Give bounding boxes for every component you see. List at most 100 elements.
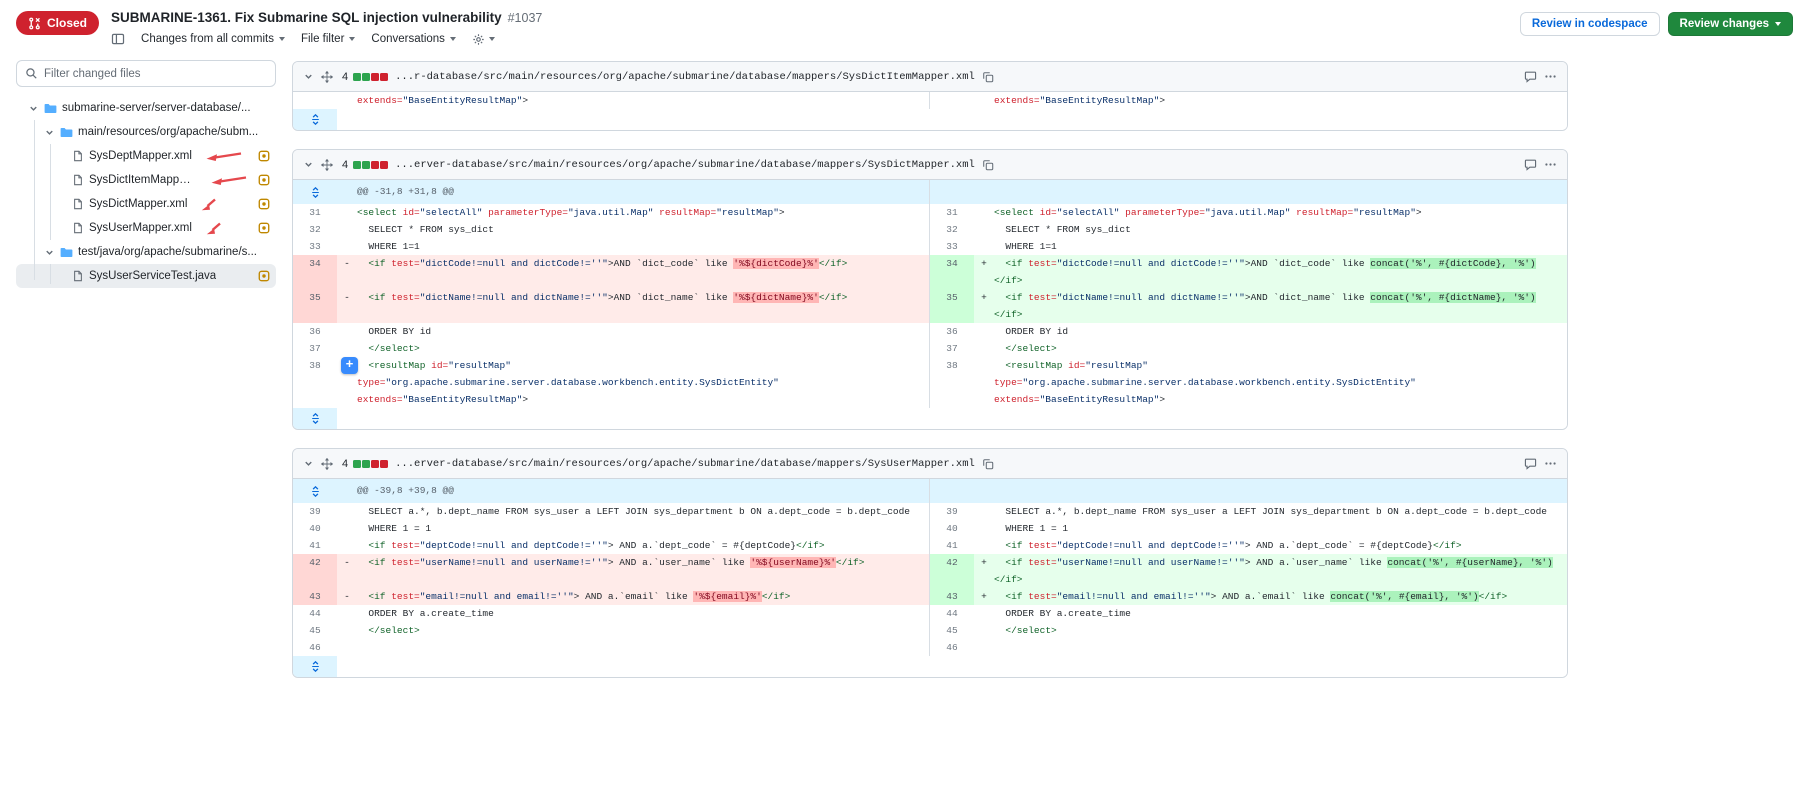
file-path[interactable]: ...r-database/src/main/resources/org/apa… bbox=[395, 71, 975, 83]
line-number[interactable]: 42 bbox=[930, 554, 974, 588]
code-line: WHERE 1 = 1 bbox=[357, 520, 929, 537]
chevron-down-icon[interactable] bbox=[44, 247, 55, 258]
diff-sign: - bbox=[337, 554, 357, 588]
expand-diff-button[interactable] bbox=[293, 656, 337, 677]
tree-file-sysdictmapper-xml[interactable]: SysDictMapper.xml bbox=[16, 192, 276, 216]
drag-handle-icon[interactable] bbox=[321, 159, 333, 171]
collapse-file-icon[interactable] bbox=[303, 458, 314, 469]
conversations-dropdown[interactable]: Conversations bbox=[371, 33, 456, 45]
diff-ctx-cell: 36 ORDER BY id bbox=[293, 323, 930, 340]
line-number[interactable]: 36 bbox=[930, 323, 974, 340]
changes-from-dropdown[interactable]: Changes from all commits bbox=[141, 33, 285, 45]
line-number[interactable]: 39 bbox=[930, 503, 974, 520]
line-number[interactable]: 34 bbox=[930, 255, 974, 289]
line-number[interactable]: 34 bbox=[293, 255, 337, 289]
tree-file-sysusermapper-xml[interactable]: SysUserMapper.xml bbox=[16, 216, 276, 240]
line-number[interactable]: 41 bbox=[930, 537, 974, 554]
collapse-file-icon[interactable] bbox=[303, 159, 314, 170]
line-number[interactable]: 31 bbox=[930, 204, 974, 221]
diff-sign bbox=[974, 92, 994, 109]
code-line: extends="BaseEntityResultMap"> bbox=[994, 92, 1567, 109]
review-changes-label: Review changes bbox=[1680, 18, 1769, 30]
line-number[interactable]: 36 bbox=[293, 323, 337, 340]
line-number[interactable]: 40 bbox=[293, 520, 337, 537]
tree-file-sysuserservicetest-java[interactable]: SysUserServiceTest.java bbox=[16, 264, 276, 288]
expand-diff-button[interactable] bbox=[293, 109, 337, 130]
diff-sign bbox=[337, 605, 357, 622]
line-number[interactable]: 38 bbox=[293, 357, 337, 408]
diff-row: 34- <if test="dictCode!=null and dictCod… bbox=[293, 255, 1567, 289]
line-number[interactable]: 35 bbox=[930, 289, 974, 323]
tree-folder-submarine-server-server-database[interactable]: submarine-server/server-database/... bbox=[16, 96, 276, 120]
chevron-down-icon[interactable] bbox=[28, 103, 39, 114]
review-changes-button[interactable]: Review changes bbox=[1668, 12, 1793, 36]
line-number[interactable]: 33 bbox=[293, 238, 337, 255]
line-number[interactable]: 37 bbox=[930, 340, 974, 357]
line-number[interactable]: 41 bbox=[293, 537, 337, 554]
diff-sign bbox=[974, 639, 994, 656]
diff-settings-dropdown[interactable] bbox=[472, 33, 495, 46]
expand-hunk-button[interactable] bbox=[293, 180, 337, 204]
code-line: ORDER BY a.create_time bbox=[357, 605, 929, 622]
comment-icon[interactable] bbox=[1524, 158, 1537, 171]
diff-row: 39 SELECT a.*, b.dept_name FROM sys_user… bbox=[293, 503, 1567, 520]
tree-file-sysdeptmapper-xml[interactable]: SysDeptMapper.xml bbox=[16, 144, 276, 168]
line-number[interactable]: 42 bbox=[293, 554, 337, 588]
line-number[interactable]: 35 bbox=[293, 289, 337, 323]
tree-file-sysdictitemmapper-xml[interactable]: SysDictItemMapper.xml bbox=[16, 168, 276, 192]
expand-diff-button[interactable] bbox=[293, 408, 337, 429]
kebab-menu-icon[interactable] bbox=[1544, 158, 1557, 171]
copy-path-icon[interactable] bbox=[982, 159, 994, 171]
line-number[interactable]: 44 bbox=[930, 605, 974, 622]
line-number[interactable] bbox=[930, 92, 974, 109]
chevron-down-icon[interactable] bbox=[44, 127, 55, 138]
drag-handle-icon[interactable] bbox=[321, 458, 333, 470]
line-number[interactable]: 43 bbox=[293, 588, 337, 605]
tree-folder-main-resources-org-apache-subm[interactable]: main/resources/org/apache/subm... bbox=[16, 120, 276, 144]
line-number[interactable]: 32 bbox=[930, 221, 974, 238]
line-number[interactable]: 39 bbox=[293, 503, 337, 520]
file-path[interactable]: ...erver-database/src/main/resources/org… bbox=[395, 159, 975, 171]
line-number[interactable]: 44 bbox=[293, 605, 337, 622]
changed-lines-count: 4 bbox=[342, 159, 348, 171]
line-number[interactable]: 46 bbox=[293, 639, 337, 656]
comment-icon[interactable] bbox=[1524, 457, 1537, 470]
line-number[interactable]: 45 bbox=[293, 622, 337, 639]
file-filter-dropdown[interactable]: File filter bbox=[301, 33, 355, 45]
line-number[interactable] bbox=[293, 92, 337, 109]
diff-ctx-cell: 33 WHERE 1=1 bbox=[293, 238, 930, 255]
filter-files-input[interactable] bbox=[44, 68, 267, 80]
line-number[interactable]: 33 bbox=[930, 238, 974, 255]
sidebar-toggle-icon[interactable] bbox=[111, 32, 125, 46]
copy-path-icon[interactable] bbox=[982, 71, 994, 83]
comment-icon[interactable] bbox=[1524, 70, 1537, 83]
diff-list: 4 ...r-database/src/main/resources/org/ap… bbox=[292, 56, 1568, 696]
diff-ctx-cell: 46 bbox=[293, 639, 930, 656]
diff-sign: + bbox=[974, 588, 994, 605]
line-number[interactable]: 43 bbox=[930, 588, 974, 605]
code-line: ORDER BY a.create_time bbox=[994, 605, 1567, 622]
drag-handle-icon[interactable] bbox=[321, 71, 333, 83]
line-number[interactable]: 46 bbox=[930, 639, 974, 656]
line-number[interactable]: 32 bbox=[293, 221, 337, 238]
file-path[interactable]: ...erver-database/src/main/resources/org… bbox=[395, 458, 975, 470]
line-number[interactable]: 37 bbox=[293, 340, 337, 357]
kebab-menu-icon[interactable] bbox=[1544, 70, 1557, 83]
file-tree-sidebar: submarine-server/server-database/...main… bbox=[0, 56, 292, 288]
expand-hunk-button[interactable] bbox=[293, 479, 337, 503]
copy-path-icon[interactable] bbox=[982, 458, 994, 470]
tree-folder-test-java-org-apache-submarine-s[interactable]: test/java/org/apache/submarine/s... bbox=[16, 240, 276, 264]
line-number[interactable]: 40 bbox=[930, 520, 974, 537]
code-line: SELECT * FROM sys_dict bbox=[357, 221, 929, 238]
line-number[interactable]: 31 bbox=[293, 204, 337, 221]
diff-ctx-cell: extends="BaseEntityResultMap"> bbox=[930, 92, 1567, 109]
file-filter-box bbox=[16, 60, 276, 87]
collapse-file-icon[interactable] bbox=[303, 71, 314, 82]
diffstat-squares bbox=[353, 460, 388, 468]
kebab-menu-icon[interactable] bbox=[1544, 457, 1557, 470]
line-number[interactable]: 38 bbox=[930, 357, 974, 408]
line-number[interactable]: 45 bbox=[930, 622, 974, 639]
review-in-codespace-button[interactable]: Review in codespace bbox=[1520, 12, 1660, 36]
add-comment-button[interactable]: + bbox=[341, 357, 358, 374]
chevron-down-icon bbox=[279, 37, 285, 41]
